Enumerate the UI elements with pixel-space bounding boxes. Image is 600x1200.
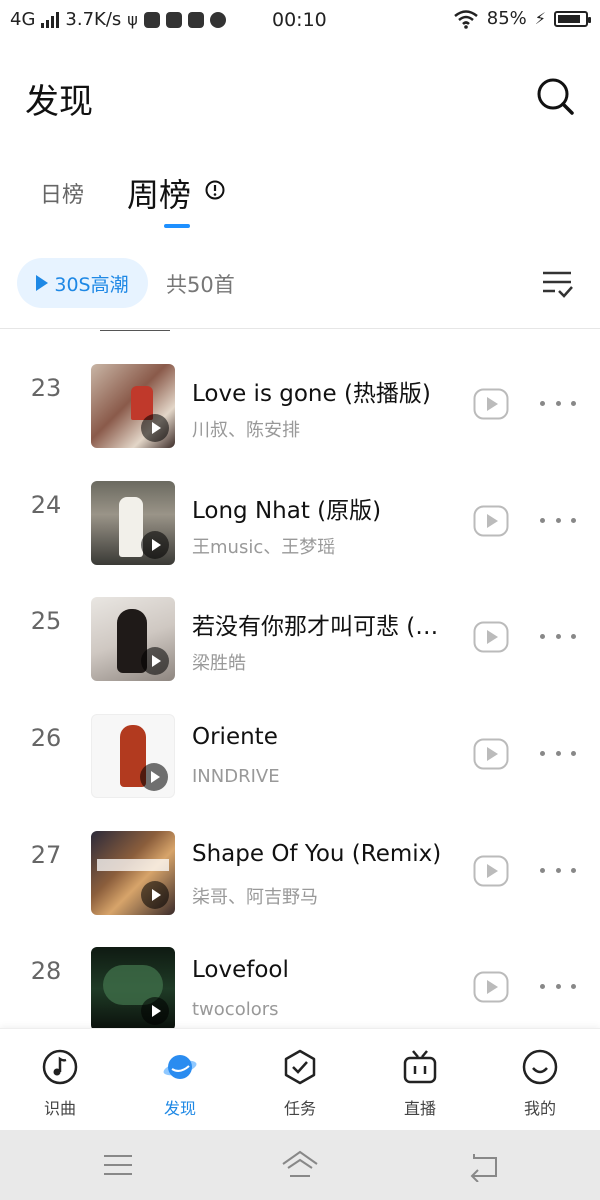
song-title: Oriente (192, 724, 278, 750)
nav-item-me[interactable]: 我的 (480, 1029, 600, 1131)
network-speed: 3.7K/s (65, 9, 122, 30)
status-bar: 4G 3.7K/s ψ 00:10 85% ⚡ (0, 0, 600, 40)
battery-percent: 85% (486, 8, 527, 29)
song-row[interactable]: 27 Shape Of You (Remix) 柒哥、阿吉野马 (0, 797, 600, 915)
album-cover[interactable] (91, 364, 175, 448)
nav-label: 我的 (523, 1099, 556, 1118)
song-artist: 王music、王梦瑶 (192, 537, 336, 558)
tab-weekly-chart[interactable]: 周榜 (127, 170, 191, 216)
tv-icon (403, 1050, 437, 1084)
song-rank: 25 (30, 607, 62, 635)
play-button-icon[interactable] (473, 505, 509, 537)
cover-figure (119, 497, 143, 557)
page-title: 发现 (25, 82, 93, 122)
song-row[interactable]: 25 若没有你那才叫可悲 (… 梁胜皓 (0, 563, 600, 681)
home-icon[interactable] (280, 1148, 320, 1182)
song-artist: 川叔、陈安排 (192, 420, 300, 441)
cover-play-icon[interactable] (141, 531, 169, 559)
menu-icon[interactable] (98, 1148, 138, 1182)
more-options-icon[interactable] (540, 513, 576, 527)
search-icon[interactable] (535, 76, 575, 116)
app-notification-icon (209, 11, 226, 28)
highlight-30s-button[interactable]: 30S高潮 (17, 258, 148, 308)
song-rank: 26 (30, 724, 62, 752)
cover-play-icon[interactable] (140, 763, 168, 791)
system-nav-bar (0, 1130, 600, 1200)
play-button-icon[interactable] (473, 388, 509, 420)
song-title: Shape Of You (Remix) (192, 841, 442, 867)
battery-icon (554, 10, 591, 27)
bottom-nav: 识曲 发现 任务 直播 我的 (0, 1028, 600, 1131)
back-icon[interactable] (464, 1148, 504, 1182)
song-rank: 24 (30, 491, 62, 519)
song-row[interactable]: 23 Love is gone (热播版) 川叔、陈安排 (0, 330, 600, 448)
network-label: 4G (10, 9, 36, 30)
play-icon (36, 275, 49, 291)
nav-item-live[interactable]: 直播 (360, 1029, 480, 1131)
cover-band (97, 859, 169, 871)
tab-daily-chart[interactable]: 日榜 (40, 177, 84, 209)
usb-icon: ψ (127, 10, 138, 29)
song-title: Long Nhat (原版) (192, 498, 382, 524)
song-artist: 柒哥、阿吉野马 (192, 887, 318, 908)
nav-label: 识曲 (43, 1099, 76, 1118)
album-cover[interactable] (91, 714, 175, 798)
more-options-icon[interactable] (540, 629, 576, 643)
song-rank: 28 (30, 957, 62, 985)
song-row[interactable]: 26 Oriente INNDRIVE (0, 680, 600, 798)
song-artist: twocolors (192, 999, 279, 1020)
song-title: Love is gone (热播版) (192, 381, 431, 407)
highlight-label: 30S高潮 (54, 273, 129, 296)
wifi-icon (453, 9, 478, 29)
play-button-icon[interactable] (473, 855, 509, 887)
play-button-icon[interactable] (473, 738, 509, 770)
song-row[interactable]: 28 Lovefool twocolors (0, 913, 600, 1028)
sort-check-icon[interactable] (540, 268, 574, 300)
app-notification-icon (143, 11, 160, 28)
nav-item-recognize[interactable]: 识曲 (0, 1029, 120, 1131)
clock: 00:10 (272, 9, 327, 31)
more-options-icon[interactable] (540, 979, 576, 993)
more-options-icon[interactable] (540, 746, 576, 760)
song-artist: INNDRIVE (192, 766, 280, 787)
song-artist: 梁胜皓 (192, 653, 246, 674)
nav-label: 任务 (283, 1099, 316, 1118)
song-list[interactable]: 23 Love is gone (热播版) 川叔、陈安排 24 Long Nha… (0, 330, 600, 1028)
song-rank: 23 (30, 374, 62, 402)
album-cover[interactable] (91, 481, 175, 565)
shield-check-icon (284, 1049, 316, 1085)
status-left: 4G 3.7K/s ψ (10, 9, 226, 30)
song-title: 若没有你那才叫可悲 (… (192, 614, 439, 640)
planet-icon (163, 1055, 197, 1079)
nav-item-discover[interactable]: 发现 (120, 1029, 240, 1131)
charging-icon: ⚡ (534, 9, 546, 28)
album-cover[interactable] (91, 831, 175, 915)
nav-item-tasks[interactable]: 任务 (240, 1029, 360, 1131)
cover-play-icon[interactable] (141, 647, 169, 675)
album-cover[interactable] (91, 947, 175, 1028)
info-icon[interactable] (205, 180, 225, 200)
album-cover[interactable] (91, 597, 175, 681)
app-notification-icon (165, 11, 182, 28)
song-count: 共50首 (166, 273, 235, 297)
more-options-icon[interactable] (540, 396, 576, 410)
signal-icon (41, 11, 60, 28)
cover-play-icon[interactable] (141, 997, 169, 1025)
smile-icon (522, 1049, 558, 1085)
nav-label: 发现 (163, 1099, 196, 1118)
status-right: 85% ⚡ (453, 8, 591, 29)
play-button-icon[interactable] (473, 971, 509, 1003)
nav-label: 直播 (403, 1099, 436, 1118)
song-row[interactable]: 24 Long Nhat (原版) 王music、王梦瑶 (0, 447, 600, 565)
active-tab-indicator (164, 224, 190, 228)
cover-play-icon[interactable] (141, 881, 169, 909)
song-title: Lovefool (192, 957, 289, 983)
play-button-icon[interactable] (473, 621, 509, 653)
app-notification-icon (187, 11, 204, 28)
more-options-icon[interactable] (540, 863, 576, 877)
cover-play-icon[interactable] (141, 414, 169, 442)
music-note-icon (42, 1049, 78, 1085)
divider (0, 328, 600, 329)
song-rank: 27 (30, 841, 62, 869)
